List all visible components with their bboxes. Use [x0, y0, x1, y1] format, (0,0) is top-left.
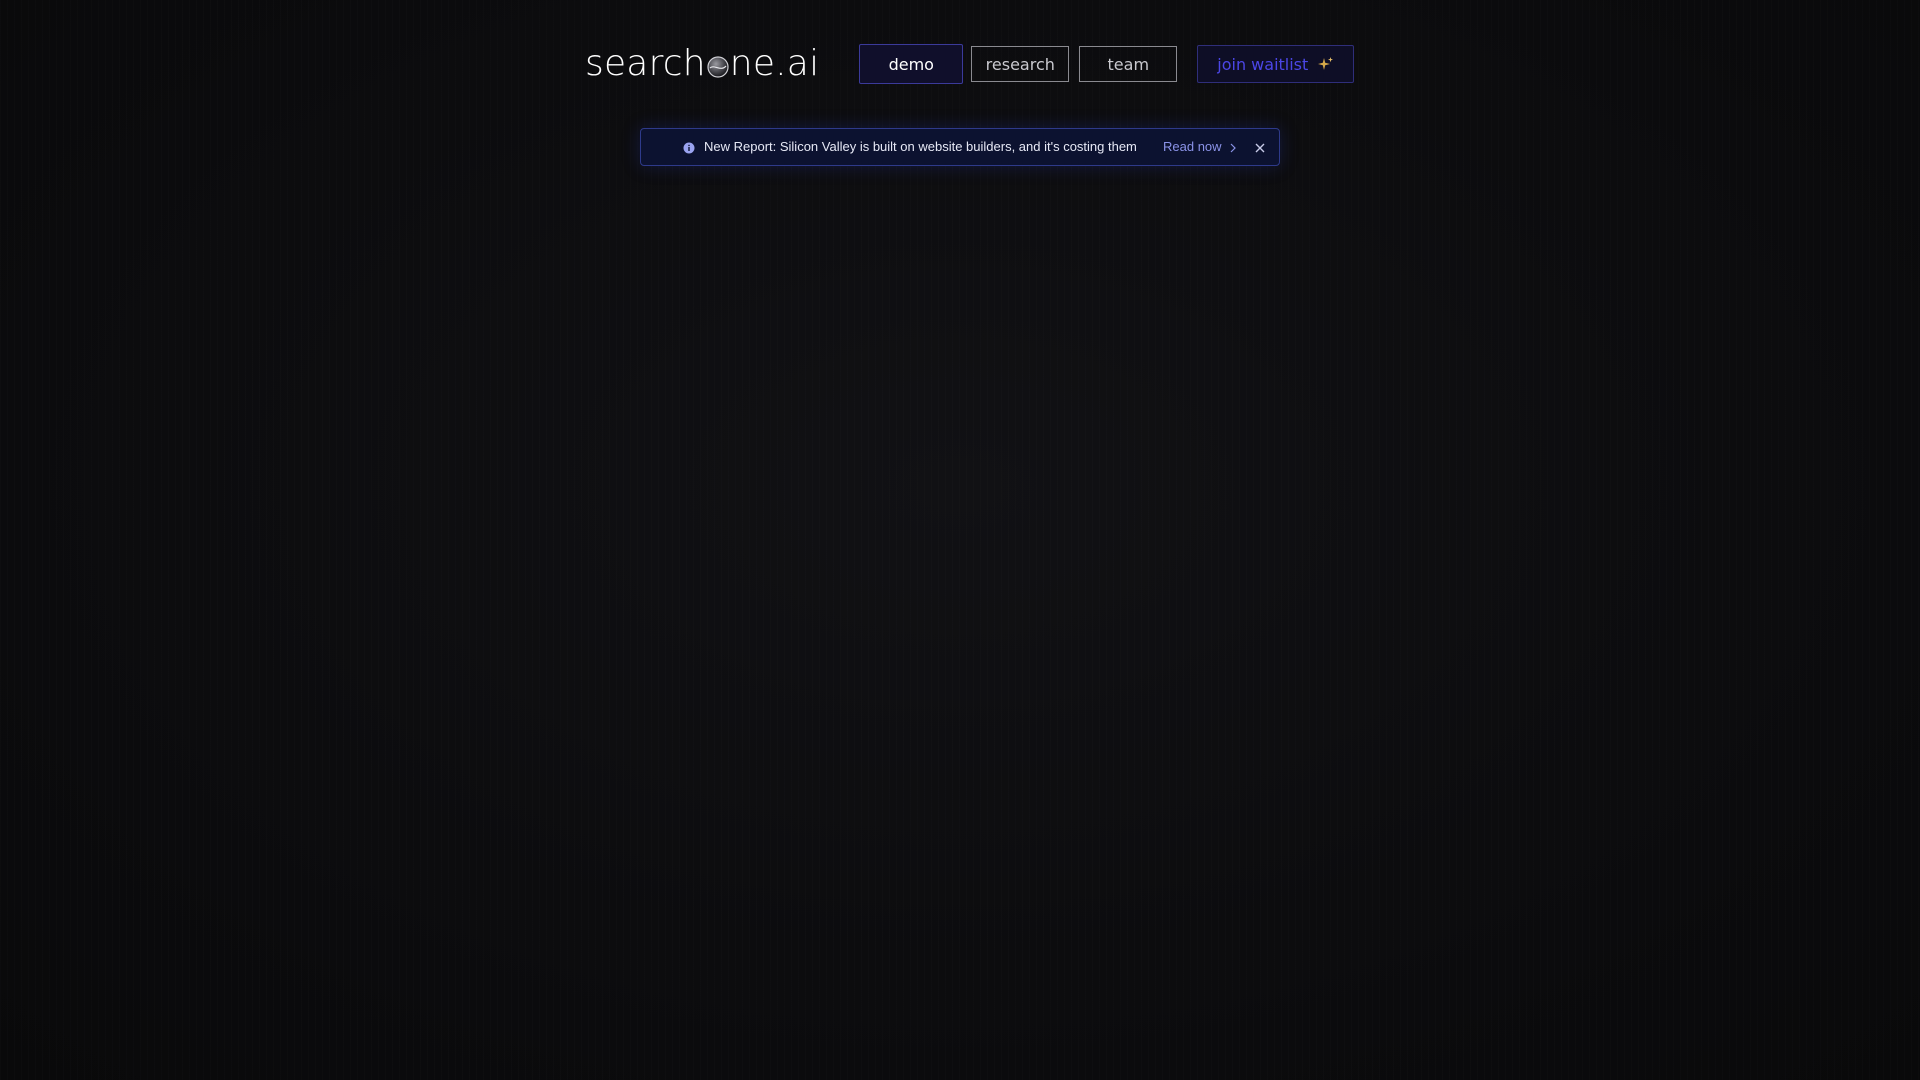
- chevron-right-icon[interactable]: [1229, 143, 1237, 153]
- top-nav: search ne.ai demo research team join wai…: [585, 44, 1355, 84]
- sparkle-icon: [1318, 57, 1334, 70]
- site-logo[interactable]: search ne.ai: [585, 46, 819, 82]
- nav-team-button[interactable]: team: [1079, 46, 1178, 82]
- join-waitlist-button[interactable]: join waitlist: [1197, 45, 1355, 83]
- globe-orb-icon: [707, 56, 729, 78]
- join-waitlist-label: join waitlist: [1217, 54, 1309, 74]
- close-icon[interactable]: [1254, 142, 1266, 154]
- announcement-banner: New Report: Silicon Valley is built on w…: [640, 128, 1280, 166]
- logo-text-ne-ai: ne.ai: [729, 43, 820, 84]
- banner-message: New Report: Silicon Valley is built on w…: [704, 139, 1137, 154]
- nav-research-button[interactable]: research: [971, 46, 1070, 82]
- nav-demo-button[interactable]: demo: [859, 44, 964, 84]
- logo-text-search: search: [585, 43, 706, 84]
- info-icon: [683, 142, 695, 154]
- read-now-link[interactable]: Read now: [1163, 139, 1222, 154]
